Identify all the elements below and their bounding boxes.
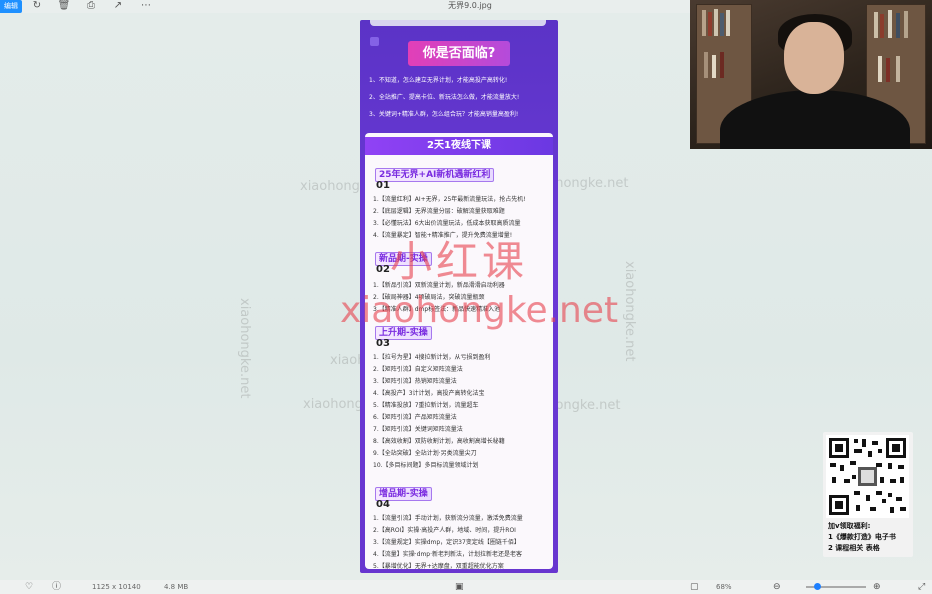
section-item: 10.【多目标间题】多目标流量领域计划	[373, 462, 479, 469]
webcam-overlay	[690, 0, 932, 149]
zoom-in-icon[interactable]: ⊕	[873, 580, 881, 594]
presenter-face	[784, 22, 844, 94]
section-item: 6.【矩阵引流】产品矩阵流量法	[373, 414, 457, 421]
watermark-red-cn: 小红课	[390, 237, 529, 286]
book	[888, 10, 892, 38]
poster-decoration	[370, 37, 379, 46]
section-item: 4.【高投产】3计计划，高投产高转化法宝	[373, 390, 485, 397]
face-item: 2、全站推广、提高卡位、新玩法怎么做，才能流量放大!	[369, 94, 520, 101]
section-number: 03	[376, 338, 390, 349]
qr-caption-title: 加v领取福利:	[828, 522, 871, 530]
section-item: 2.【底层逻辑】无界流量分层：破解流量获取难题	[373, 208, 505, 215]
section-item: 8.【高效收割】双防收割计划，高收割高增长秘籍	[373, 438, 505, 445]
more-icon[interactable]: ⋯	[139, 0, 153, 12]
zoom-out-icon[interactable]: ⊖	[773, 580, 781, 594]
qr-code-graphic	[826, 435, 909, 518]
qr-caption-line: 2 课程相关 表格	[828, 544, 880, 552]
section-number: 04	[376, 499, 390, 510]
book	[896, 56, 900, 82]
watermark-text: xiaohongke.net	[622, 261, 637, 362]
zoom-slider-knob[interactable]	[813, 583, 821, 590]
print-icon[interactable]: ⎙	[84, 0, 98, 12]
image-dimensions: 1125 x 10140	[92, 583, 141, 591]
book	[874, 12, 878, 38]
book	[886, 58, 890, 82]
section-item: 3.【必懂玩法】6大出价流量玩法，低成本获取高质流量	[373, 220, 521, 227]
info-icon[interactable]: ⓘ	[52, 580, 61, 594]
share-icon[interactable]: ↗	[111, 0, 125, 12]
heart-icon[interactable]: ♡	[25, 580, 33, 594]
delete-icon[interactable]: 🗑	[57, 0, 71, 12]
rotate-icon[interactable]: ↻	[30, 0, 44, 12]
zoom-level[interactable]: 68%	[716, 580, 732, 594]
section-item: 3.【矩阵引流】热销矩阵流量法	[373, 378, 457, 385]
book	[720, 52, 724, 78]
book	[708, 12, 712, 36]
watermark-text: xiaohongke.net	[237, 298, 252, 399]
section-number: 02	[376, 264, 390, 275]
actual-size-icon[interactable]: ▢	[690, 580, 699, 594]
watermark-red-domain: xiaohongke.net	[340, 290, 619, 331]
book	[712, 55, 716, 78]
status-bar: ♡ ⓘ 1125 x 10140 4.8 MB ▣ ▢ 68% ⊖ ⊕ ⤢	[0, 580, 932, 594]
face-item: 1、不知道，怎么建立无界计划，才能高投产高转化!	[369, 77, 508, 84]
section-item: 2.【高ROI】实操·高投产人群，地域、时间，提升ROI	[373, 527, 516, 534]
book	[714, 9, 718, 36]
face-title: 你是否面临?	[408, 41, 510, 66]
book	[704, 52, 708, 78]
section-item: 3.【流量规定】实操dmp，定识37变定线【圈链千佰】	[373, 539, 520, 546]
fullscreen-icon[interactable]: ⤢	[918, 580, 925, 594]
section-item: 9.【全站突破】全站计划·另类流量尖刀	[373, 450, 477, 457]
section-number: 01	[376, 180, 390, 191]
section-item: 1.【流量红利】AI+无界，25年最新流量玩法，抢占先机!	[373, 196, 526, 203]
course-bar: 2天1夜线下课	[365, 137, 553, 155]
section-item: 1.【拉号为星】4搜拉新计划，从亏损到盈利	[373, 354, 491, 361]
qr-card: 加v领取福利: 1《爆款打造》电子书 2 课程相关 表格	[823, 432, 913, 557]
section-title: 25年无界+AI新机遇新红利	[375, 168, 495, 182]
edit-button[interactable]: 编辑	[0, 0, 22, 13]
book	[720, 13, 724, 36]
poster-top-bar	[370, 20, 546, 26]
fit-screen-icon[interactable]: ▣	[455, 580, 464, 594]
section-item: 5.【精准投放】7重拉新计划，流量超车	[373, 402, 479, 409]
qr-code	[826, 435, 909, 518]
book	[880, 14, 884, 38]
section-item: 4.【流量】实操·dmp·新老判新法，计划拉新老还是老客	[373, 551, 523, 558]
book	[878, 56, 882, 82]
book	[726, 10, 730, 36]
qr-caption-line: 1《爆款打造》电子书	[828, 533, 896, 541]
section-item: 7.【矩阵引流】关键词矩阵流量法	[373, 426, 463, 433]
course-card: 2天1夜线下课 25年无界+AI新机遇新红利 01 1.【流量红利】AI+无界，…	[365, 133, 553, 569]
file-title: 无界9.0.jpg	[448, 1, 492, 10]
book	[904, 11, 908, 38]
book	[896, 13, 900, 38]
section-item: 2.【矩阵引流】自定义矩阵流量法	[373, 366, 463, 373]
face-item: 3、关键词+精准人群，怎么组合玩？才能高销量高盈利!	[369, 111, 519, 118]
book	[702, 10, 706, 36]
section-item: 5.【暴增优化】无界+达摩盘，双重超能优化方案	[373, 563, 504, 569]
section-item: 1.【流量引流】手动计划，获新流分流量，激活免费流量	[373, 515, 523, 522]
file-size: 4.8 MB	[164, 583, 189, 591]
